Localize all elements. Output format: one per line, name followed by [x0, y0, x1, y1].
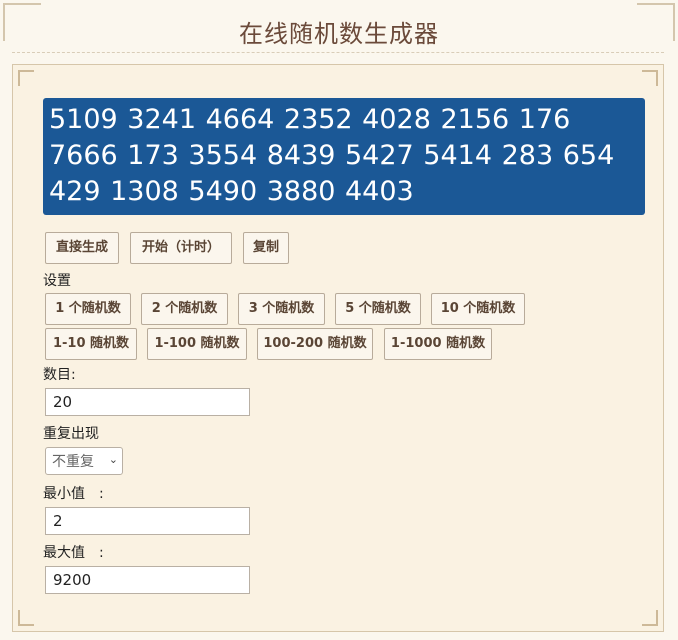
chevron-down-icon: ⌄	[108, 453, 118, 466]
title-divider	[12, 52, 664, 53]
start-timed-button[interactable]: 开始（计时）	[130, 232, 232, 264]
preset-count-2-button[interactable]: 2 个随机数	[141, 293, 228, 325]
panel-corner	[18, 610, 34, 626]
copy-button[interactable]: 复制	[243, 232, 289, 264]
preset-range-1-100-button[interactable]: 1-100 随机数	[147, 328, 247, 360]
panel-corner	[18, 70, 34, 86]
result-display: 5109 3241 4664 2352 4028 2156 176 7666 1…	[43, 98, 645, 215]
preset-range-1-10-button[interactable]: 1-10 随机数	[45, 328, 137, 360]
preset-count-5-button[interactable]: 5 个随机数	[335, 293, 421, 325]
repeat-select[interactable]: 不重复 ⌄	[45, 447, 123, 475]
generate-button[interactable]: 直接生成	[45, 232, 119, 264]
page-title: 在线随机数生成器	[239, 20, 439, 48]
max-input[interactable]: 9200	[45, 566, 250, 594]
panel-corner	[642, 70, 658, 86]
max-label: 最大值 :	[43, 545, 104, 561]
preset-range-1-1000-button[interactable]: 1-1000 随机数	[384, 328, 492, 360]
preset-count-10-button[interactable]: 10 个随机数	[431, 293, 525, 325]
settings-heading: 设置	[43, 273, 71, 289]
min-input[interactable]: 2	[45, 507, 250, 535]
count-label: 数目:	[43, 367, 76, 383]
preset-count-3-button[interactable]: 3 个随机数	[238, 293, 325, 325]
repeat-select-value: 不重复	[52, 454, 94, 470]
preset-range-100-200-button[interactable]: 100-200 随机数	[257, 328, 373, 360]
count-input[interactable]: 20	[45, 388, 250, 416]
preset-count-1-button[interactable]: 1 个随机数	[45, 293, 131, 325]
panel-corner	[642, 610, 658, 626]
repeat-label: 重复出现	[43, 426, 99, 442]
min-label: 最小值 :	[43, 486, 104, 502]
